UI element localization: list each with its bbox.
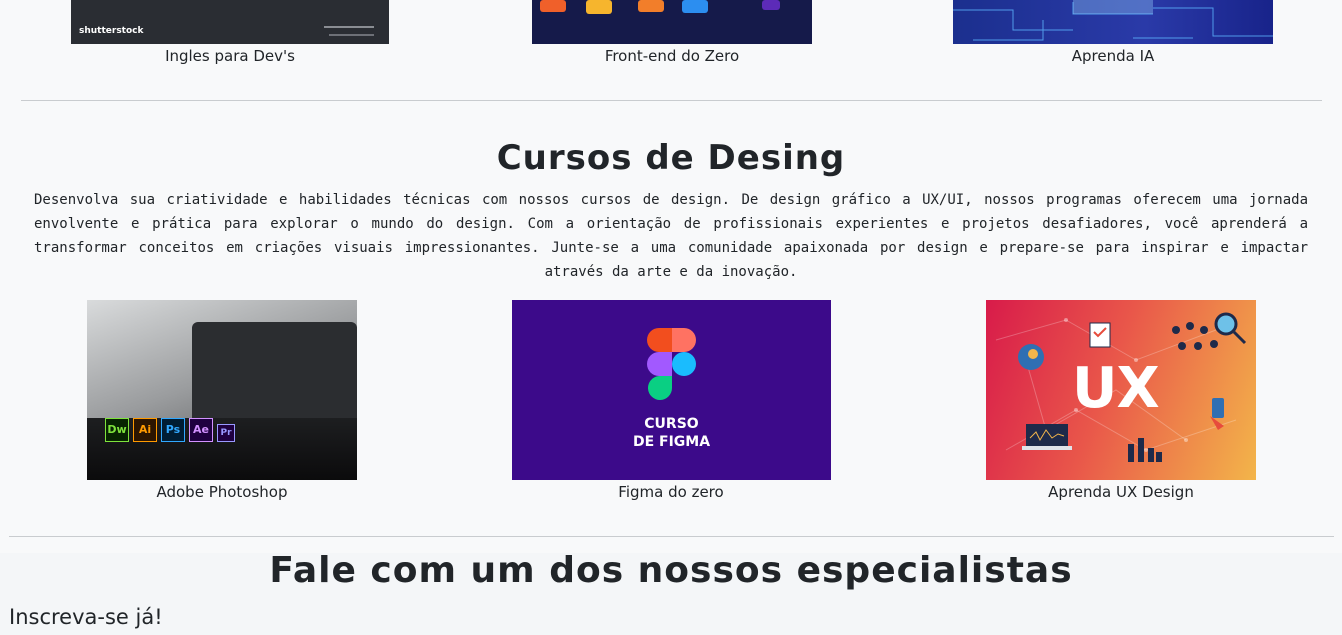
clipboard-icon xyxy=(1089,322,1111,348)
shutterstock-watermark: shutterstock xyxy=(79,26,144,36)
signup-text: Inscreva-se já! xyxy=(9,605,163,629)
figma-image-text: DE FIGMA xyxy=(632,434,711,450)
course-caption: Aprenda IA xyxy=(1071,47,1155,65)
course-image-ingles[interactable]: shutterstock xyxy=(71,0,389,44)
figma-logo-icon xyxy=(647,328,696,400)
course-caption: Front-end do Zero xyxy=(604,47,740,65)
course-caption: Adobe Photoshop xyxy=(156,483,288,501)
contact-title: Fale com um dos nossos especialistas xyxy=(269,550,1073,591)
section-title: Cursos de Desing xyxy=(496,138,846,178)
section-divider xyxy=(21,100,1322,101)
course-caption: Figma do zero xyxy=(618,483,724,501)
ux-image-text: UX xyxy=(1072,356,1160,421)
course-image-figma[interactable]: CURSO DE FIGMA xyxy=(512,300,831,480)
photoshop-icon: Ps xyxy=(161,418,185,442)
bar-chart-icon xyxy=(1128,438,1162,462)
course-caption: Aprenda UX Design xyxy=(1048,483,1194,501)
course-image-photoshop[interactable]: Dw Ai Ps Ae Pr xyxy=(87,300,357,480)
circuit-board-icon xyxy=(953,0,1273,41)
magnifier-icon xyxy=(1214,312,1247,345)
section-divider xyxy=(9,536,1334,537)
premiere-icon: Pr xyxy=(217,424,235,442)
laptop-chart-icon xyxy=(1022,424,1072,450)
photo-id-text xyxy=(329,34,374,36)
course-image-ux[interactable]: UX xyxy=(986,300,1256,480)
head-gears-icon xyxy=(1018,344,1044,370)
section-description: Desenvolva sua criatividade e habilidade… xyxy=(34,192,1308,280)
code-cubes-icon xyxy=(540,0,780,14)
laptop-screen xyxy=(192,322,357,430)
figma-image-text: CURSO xyxy=(644,416,699,432)
course-image-ia[interactable] xyxy=(953,0,1273,44)
phone-icon xyxy=(1210,398,1224,430)
course-image-front-end[interactable] xyxy=(532,0,812,44)
photo-id-text xyxy=(324,26,374,28)
illustrator-icon: Ai xyxy=(133,418,157,442)
course-caption: Ingles para Dev's xyxy=(165,47,295,65)
dreamweaver-icon: Dw xyxy=(105,418,129,442)
after-effects-icon: Ae xyxy=(189,418,213,442)
adobe-apps-dock: Dw Ai Ps Ae Pr xyxy=(105,418,235,442)
